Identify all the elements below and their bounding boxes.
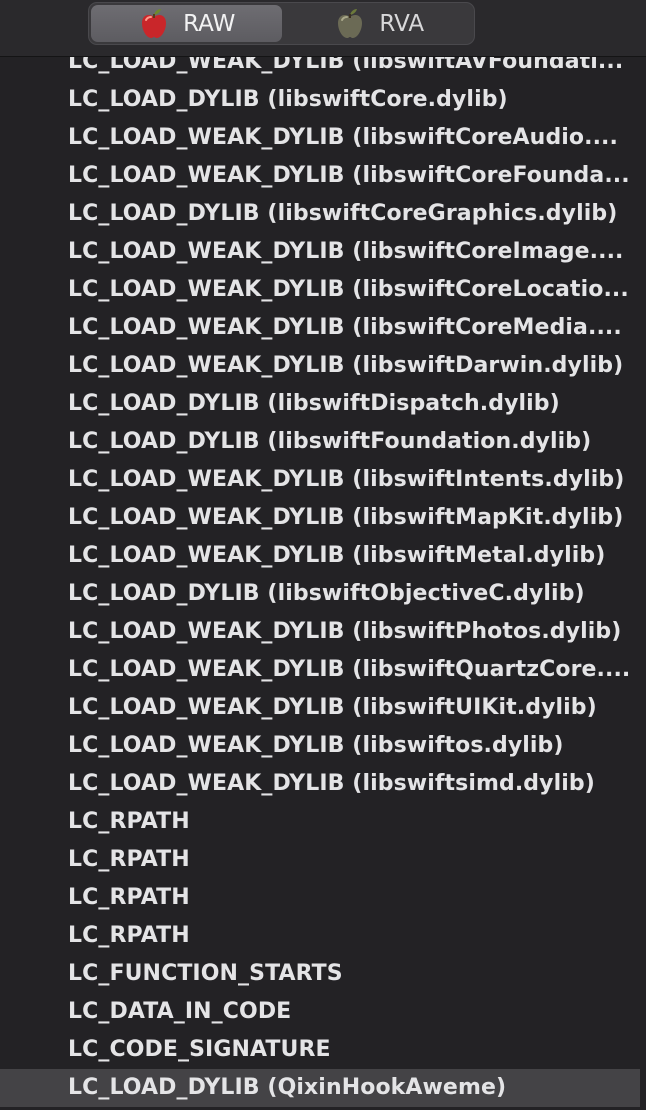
list-item-label: LC_LOAD_DYLIB (libswiftCore.dylib) (68, 87, 508, 112)
list-item-label: LC_RPATH (68, 923, 190, 948)
list-item-label: LC_RPATH (68, 847, 190, 872)
list-item-label: LC_LOAD_WEAK_DYLIB (libswiftCoreImage...… (68, 239, 624, 264)
list-item[interactable]: LC_LOAD_DYLIB (libswiftDispatch.dylib) (0, 385, 640, 423)
list-item[interactable]: LC_LOAD_WEAK_DYLIB (libswiftCoreImage...… (0, 233, 640, 271)
list-item-label: LC_LOAD_WEAK_DYLIB (libswiftCoreLocatio.… (68, 277, 629, 302)
list-item[interactable]: LC_LOAD_DYLIB (libswiftFoundation.dylib) (0, 423, 640, 461)
list-item-label: LC_LOAD_WEAK_DYLIB (libswiftQuartzCore..… (68, 657, 631, 682)
list-item[interactable]: LC_LOAD_DYLIB (QixinHookAweme) (0, 1069, 640, 1107)
list-item[interactable]: LC_LOAD_WEAK_DYLIB (libswiftCoreLocatio.… (0, 271, 640, 309)
rva-label: RVA (379, 10, 425, 37)
rva-segment[interactable]: RVA (284, 3, 475, 44)
list-item[interactable]: LC_FUNCTION_STARTS (0, 955, 640, 993)
list-item-label: LC_LOAD_WEAK_DYLIB (libswiftIntents.dyli… (68, 467, 625, 492)
toolbar: RAW RVA (0, 0, 646, 57)
list-item[interactable]: LC_LOAD_WEAK_DYLIB (libswiftMetal.dylib) (0, 537, 640, 575)
list-item-label: LC_RPATH (68, 885, 190, 910)
list-item[interactable]: LC_RPATH (0, 803, 640, 841)
list-item[interactable]: LC_LOAD_DYLIB (libswiftCoreGraphics.dyli… (0, 195, 640, 233)
list-item[interactable]: LC_CODE_SIGNATURE (0, 1031, 640, 1069)
list-item[interactable]: LC_LOAD_WEAK_DYLIB (libswiftIntents.dyli… (0, 461, 640, 499)
list-item-label: LC_LOAD_WEAK_DYLIB (libswiftCoreMedia...… (68, 315, 622, 340)
list-item-label: LC_LOAD_WEAK_DYLIB (libswiftCoreFounda..… (68, 163, 630, 188)
load-commands-list[interactable]: LC_LOAD_WEAK_DYLIB (libswiftAVFoundati..… (0, 43, 646, 1110)
list-item[interactable]: LC_LOAD_WEAK_DYLIB (libswiftCoreFounda..… (0, 157, 640, 195)
apple-red-icon (137, 7, 171, 41)
list-item-label: LC_FUNCTION_STARTS (68, 961, 343, 986)
list-item-label: LC_CODE_SIGNATURE (68, 1037, 331, 1062)
list-item[interactable]: LC_RPATH (0, 841, 640, 879)
list-item[interactable]: LC_RPATH (0, 917, 640, 955)
list-item[interactable]: LC_LOAD_WEAK_DYLIB (libswiftMapKit.dylib… (0, 499, 640, 537)
list-item[interactable]: LC_LOAD_WEAK_DYLIB (libswiftCoreAudio...… (0, 119, 640, 157)
list-item-label: LC_LOAD_DYLIB (QixinHookAweme) (68, 1075, 507, 1100)
list-item[interactable]: LC_RPATH (0, 879, 640, 917)
list-item-label: LC_LOAD_WEAK_DYLIB (libswiftPhotos.dylib… (68, 619, 622, 644)
list-item[interactable]: LC_LOAD_WEAK_DYLIB (libswiftsimd.dylib) (0, 765, 640, 803)
list-item-label: LC_LOAD_DYLIB (libswiftObjectiveC.dylib) (68, 581, 585, 606)
apple-gray-icon (333, 7, 367, 41)
list-item[interactable]: LC_DATA_IN_CODE (0, 993, 640, 1031)
list-item[interactable]: LC_LOAD_WEAK_DYLIB (libswiftDarwin.dylib… (0, 347, 640, 385)
list-item-label: LC_LOAD_WEAK_DYLIB (libswiftMetal.dylib) (68, 543, 606, 568)
list-item[interactable]: LC_LOAD_DYLIB (libswiftCore.dylib) (0, 81, 640, 119)
list-item[interactable]: LC_LOAD_WEAK_DYLIB (libswiftQuartzCore..… (0, 651, 640, 689)
list-item-label: LC_LOAD_DYLIB (libswiftDispatch.dylib) (68, 391, 560, 416)
list-item-label: LC_DATA_IN_CODE (68, 999, 292, 1024)
list-item-label: LC_LOAD_WEAK_DYLIB (libswiftCoreAudio...… (68, 125, 618, 150)
list-item[interactable]: LC_LOAD_WEAK_DYLIB (libswiftUIKit.dylib) (0, 689, 640, 727)
list-item-label: LC_LOAD_DYLIB (libswiftCoreGraphics.dyli… (68, 201, 618, 226)
list-item-label: LC_LOAD_WEAK_DYLIB (libswiftMapKit.dylib… (68, 505, 624, 530)
raw-label: RAW (183, 10, 236, 37)
list-item[interactable]: LC_LOAD_WEAK_DYLIB (libswiftCoreMedia...… (0, 309, 640, 347)
list-item-label: LC_LOAD_WEAK_DYLIB (libswiftsimd.dylib) (68, 771, 595, 796)
raw-segment[interactable]: RAW (91, 5, 282, 42)
list-item-label: LC_LOAD_WEAK_DYLIB (libswiftUIKit.dylib) (68, 695, 597, 720)
list-item[interactable]: LC_LOAD_DYLIB (libswiftObjectiveC.dylib) (0, 575, 640, 613)
scroll-gutter (640, 57, 646, 1110)
list-item-label: LC_LOAD_DYLIB (libswiftFoundation.dylib) (68, 429, 592, 454)
list-item[interactable]: LC_LOAD_WEAK_DYLIB (libswiftos.dylib) (0, 727, 640, 765)
list-item-label: LC_LOAD_WEAK_DYLIB (libswiftos.dylib) (68, 733, 564, 758)
list-item-label: LC_RPATH (68, 809, 190, 834)
address-mode-segmented-control[interactable]: RAW RVA (88, 2, 475, 45)
list-item-label: LC_LOAD_WEAK_DYLIB (libswiftDarwin.dylib… (68, 353, 624, 378)
list-item[interactable]: LC_LOAD_WEAK_DYLIB (libswiftPhotos.dylib… (0, 613, 640, 651)
